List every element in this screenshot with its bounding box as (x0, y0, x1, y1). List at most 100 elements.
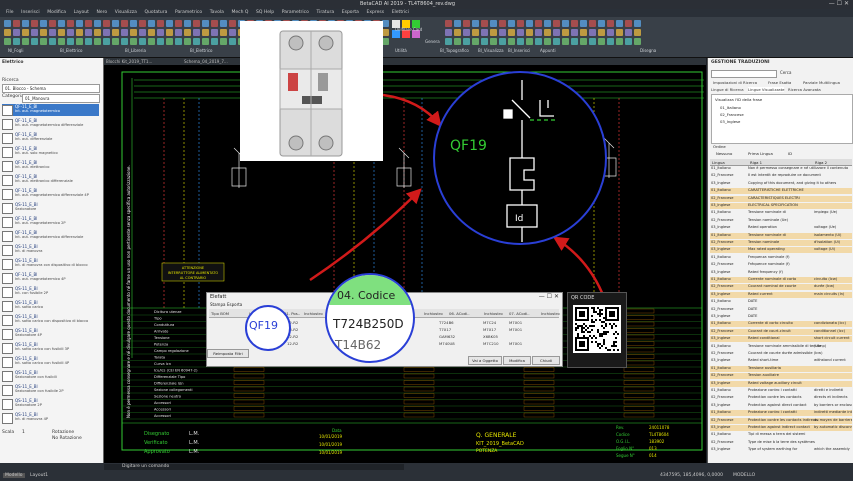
translation-row[interactable]: 01_Italiano Tensione nominale di isolament… (710, 232, 852, 239)
col-header[interactable]: 07. ACodi.. (509, 311, 530, 316)
search-button[interactable]: Cerca (780, 70, 791, 75)
translation-search-input[interactable] (711, 70, 777, 78)
translation-row[interactable]: 02_Francese Courant de courte durée admis… (710, 351, 852, 357)
col-header[interactable]: Tipo BOM (211, 311, 229, 316)
order-option[interactable]: Nessuno (716, 151, 732, 156)
row-text-2: by automatic disconnection (814, 425, 852, 429)
translation-row[interactable]: 03_Inglese Rated current main circuits (In… (710, 291, 852, 298)
translation-row[interactable]: 02_Francese Il est interdit de reproduire… (710, 173, 852, 179)
row-language: 03_Inglese (711, 402, 731, 407)
col-riga1[interactable]: Riga 1 (750, 160, 762, 165)
translation-row[interactable]: 03_Inglese Copying of this document, and … (710, 181, 852, 187)
order-option[interactable]: Prima Lingua (748, 151, 773, 156)
row-text-2: (Uimp) (814, 343, 827, 348)
translation-row[interactable]: 03_Inglese Type of system earthing for whi… (710, 447, 852, 453)
table-cell[interactable]: T7X17 (439, 327, 451, 332)
translation-row[interactable]: 03_Inglese ELECTRICAL SPECIFICATION (710, 203, 852, 209)
translation-row[interactable]: 02_Francese Type de mise à la terre des s… (710, 440, 852, 446)
col-header[interactable]: 06. ACodi.. (449, 311, 470, 316)
translation-row[interactable]: 01_Italiano Protezione contro i contatti d… (710, 388, 852, 394)
translation-row[interactable]: 01_Italiano Tipi di messa a terra dei sis… (710, 432, 852, 438)
table-cell[interactable]: M7X01 (509, 341, 522, 346)
row-text-1: Protection contre les contacts (748, 395, 802, 400)
translation-row[interactable]: 03_Inglese Rated conditional short circuit… (710, 336, 852, 343)
table-cell[interactable]: X6BK05 (483, 334, 498, 339)
col-riga2[interactable]: Riga 2 (815, 160, 827, 165)
qr-title: QR CODE (571, 295, 595, 301)
translation-row[interactable]: 03_Inglese DATE (710, 314, 852, 320)
translation-row[interactable]: 03_Inglese Rated voltage auxiliary circui… (710, 380, 852, 387)
col-header[interactable]: Inchiostro (484, 311, 503, 316)
goto-object-button[interactable]: Vai a Oggetto (468, 356, 502, 365)
table-cell[interactable]: GAM632 (439, 334, 455, 339)
col-lingua[interactable]: Lingua (712, 160, 725, 165)
row-text-1: Tension nominale (748, 240, 780, 244)
search-settings-option[interactable]: Impostazioni di Ricerca (713, 80, 757, 85)
tab-advanced-search[interactable]: Ricerca Avanzata (788, 87, 821, 92)
row-text-2: d'isolation (Ui) (814, 240, 840, 244)
row-text-1: DATE (748, 314, 758, 318)
translation-row[interactable]: 03_Inglese Rated short-time withstand curr… (710, 358, 852, 364)
col-header[interactable]: Inchiostro (424, 311, 443, 316)
translation-row[interactable]: 01_Italiano Frequenza nominale (f) (710, 255, 852, 261)
translation-row[interactable]: 02_Francese Courant nominal de courte duré… (710, 284, 852, 291)
translation-row[interactable]: 02_Francese DATE (710, 307, 852, 313)
table-cell[interactable]: M7X01 (509, 327, 522, 332)
tree-item[interactable]: 03_Inglese (720, 119, 740, 124)
table-cell[interactable]: M7X17 (483, 327, 496, 332)
translation-row[interactable]: 02_Francese Protection contre les contact… (710, 395, 852, 401)
table-cell[interactable]: T724B6 (439, 320, 454, 325)
translation-row[interactable]: 01_Italiano Corrente nominale di corto cir… (710, 277, 852, 283)
col-header[interactable]: Inchiostro (541, 311, 560, 316)
tab-display-languages[interactable]: Lingue Visualizzate (748, 87, 785, 92)
translation-row[interactable]: 02_Francese Fréquence nominale (f) (710, 262, 852, 268)
translation-row[interactable]: 01_Italiano Protezione contro i contatti i… (710, 410, 852, 417)
dialog-menu-stampa[interactable]: Stampa (210, 302, 225, 307)
reset-filters-button[interactable]: Reimposta Filtri (207, 349, 249, 358)
tree-item[interactable]: 02_Francese (720, 112, 744, 117)
translation-row[interactable]: 03_Inglese Protection against indirect co… (710, 425, 852, 431)
row-text-1: Rated current (748, 291, 773, 296)
translation-row[interactable]: 02_Francese Tension nominale d'isolation (… (710, 240, 852, 246)
translation-row[interactable]: 02_Francese CARACTERISTIQUES ELECTRI (710, 195, 852, 202)
space-mode[interactable]: MODELLO (733, 473, 755, 478)
tab-search-languages[interactable]: Lingue di Ricerca (711, 87, 744, 92)
table-cell[interactable]: M7C210 (483, 341, 499, 346)
translation-row[interactable]: 03_Inglese Rated frequency (f) (710, 270, 852, 276)
dialog-menu-esporta[interactable]: Esporta (227, 302, 242, 307)
dialog-close-icon[interactable]: — ☐ ✕ (539, 293, 559, 300)
modify-button[interactable]: Modifica (503, 356, 531, 365)
table-cell[interactable]: M7C24 (483, 320, 496, 325)
col-header[interactable]: Inchiostro (304, 311, 323, 316)
close-button[interactable]: Chiudi (532, 356, 560, 365)
translation-row[interactable]: 02_Francese Tension nominale (Ue) (710, 218, 852, 224)
translation-row[interactable]: 01_Italiano CARATTERISTICHE ELETTRICHE (710, 188, 852, 195)
exact-phrase-option[interactable]: Frase Esatta (768, 80, 791, 85)
translation-row[interactable]: 01_Italiano Tensione ausiliaria (710, 365, 852, 372)
row-language: 01_Italiano (711, 343, 731, 348)
tab-layout1[interactable]: Layout1 (30, 473, 48, 478)
translation-row[interactable]: 01_Italiano Tensione nominale di impiego (… (710, 210, 852, 216)
translation-row[interactable]: 01_Italiano DATE (710, 299, 852, 305)
translation-row[interactable]: 01_Italiano Non è permesso consegnare e n… (710, 166, 852, 172)
table-cell[interactable]: M7X01 (509, 320, 522, 325)
tab-model[interactable]: Modello (3, 473, 25, 478)
qr-code-icon[interactable] (573, 305, 621, 353)
command-line[interactable]: Digitare un comando (104, 464, 404, 470)
translation-row[interactable]: 02_Francese Protection contre les contact… (710, 417, 852, 424)
row-language: 01_Italiano (711, 410, 731, 415)
table-cell[interactable]: 12-R2 (287, 341, 298, 346)
translation-row[interactable]: 02_Francese Tension auxiliaire (710, 373, 852, 380)
translation-row[interactable]: 03_Inglese Max rated operating voltage (Ui… (710, 247, 852, 254)
tree-item[interactable]: 01_Italiano (720, 105, 741, 110)
translation-row[interactable]: 03_Inglese Protection against direct cont… (710, 403, 852, 409)
table-cell[interactable]: M740U8 (439, 341, 455, 346)
translation-row[interactable]: 01_Italiano Tensione nominale ammissibile… (710, 344, 852, 350)
translation-row[interactable]: 02_Francese Courant de court-circuit condi… (710, 328, 852, 335)
row-text-2: main circuits (In) (814, 291, 845, 296)
translation-row[interactable]: 01_Italiano Corrente di corto circuito con… (710, 321, 852, 328)
translation-row[interactable]: 03_Inglese Rated operation voltage (Ue) (710, 225, 852, 231)
order-option[interactable]: ID (788, 151, 792, 156)
tree-title[interactable]: Visualizza l'ID della frase (715, 97, 762, 102)
partial-option[interactable]: Parziale Multilingua (803, 80, 840, 85)
